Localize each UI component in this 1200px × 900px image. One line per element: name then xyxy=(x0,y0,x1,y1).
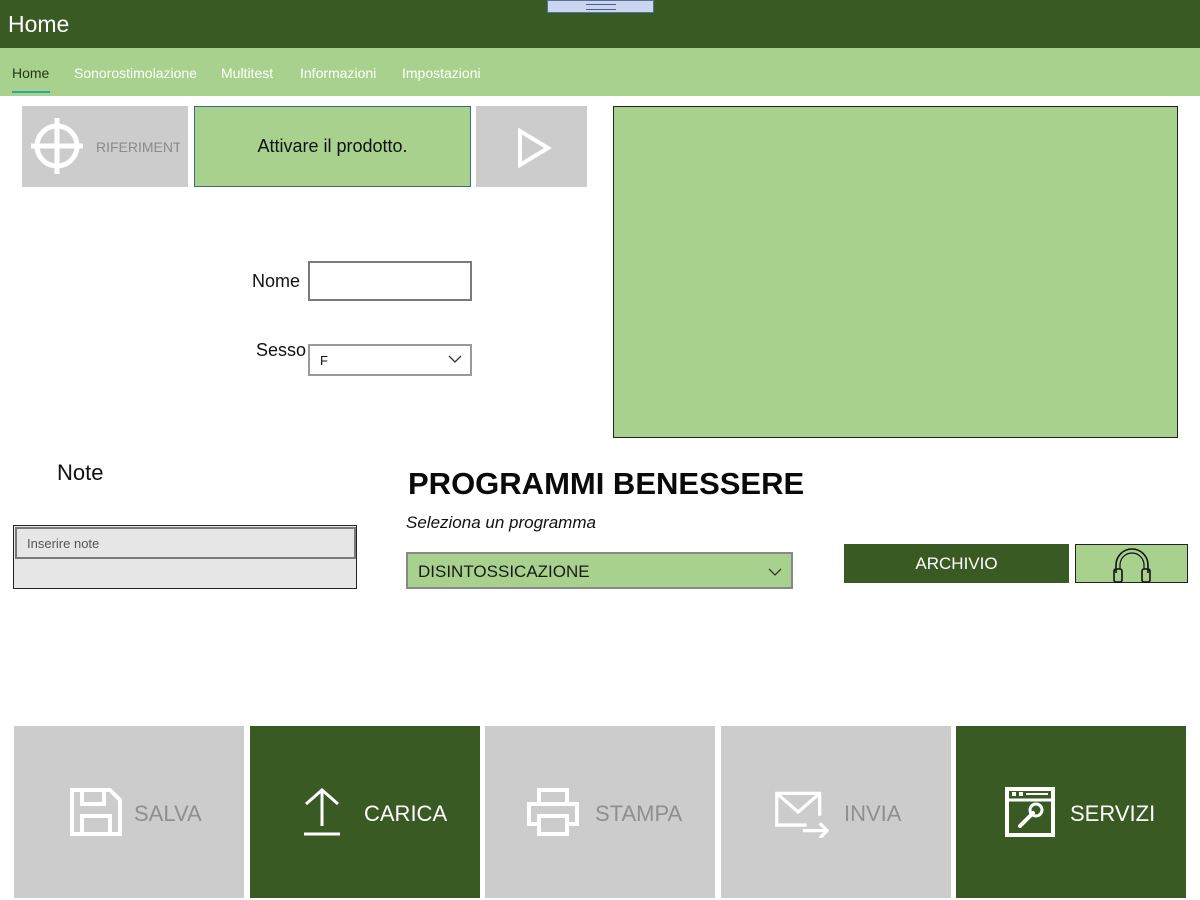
printer-icon xyxy=(527,788,579,836)
servizi-button[interactable]: SERVIZI xyxy=(956,726,1186,898)
crosshair-icon xyxy=(31,118,83,174)
save-icon xyxy=(70,788,122,836)
drag-handle[interactable] xyxy=(547,0,654,13)
nav-bar: Home Sonorostimolazione Multitest Inform… xyxy=(0,48,1200,96)
nome-label: Nome xyxy=(252,271,301,291)
sesso-label: Sesso xyxy=(256,340,307,360)
tab-home[interactable]: Home xyxy=(12,65,49,81)
invia-label: INVIA xyxy=(844,801,902,826)
tab-home-indicator xyxy=(12,91,50,93)
mail-send-icon xyxy=(775,791,829,838)
salva-label: SALVA xyxy=(134,801,202,826)
title-bar: Home xyxy=(0,0,1200,48)
chevron-down-icon xyxy=(448,355,462,363)
program-select[interactable]: DISINTOSSICAZIONE xyxy=(406,552,793,589)
note-label: Note xyxy=(57,460,104,485)
window-title: Home xyxy=(8,11,70,37)
sesso-select[interactable]: F xyxy=(308,344,472,376)
settings-window-icon xyxy=(1005,787,1055,837)
programs-subheading: Seleziona un programma xyxy=(406,513,596,532)
tab-informazioni[interactable]: Informazioni xyxy=(300,65,376,81)
chevron-down-icon xyxy=(768,568,782,576)
play-icon xyxy=(518,128,552,168)
stampa-label: STAMPA xyxy=(595,801,683,826)
headphones-icon xyxy=(1113,548,1151,583)
archivio-button[interactable]: ARCHIVIO xyxy=(844,544,1069,583)
programs-heading: PROGRAMMI BENESSERE xyxy=(408,466,805,501)
preview-panel xyxy=(613,106,1178,438)
servizi-label: SERVIZI xyxy=(1070,801,1156,826)
nome-input[interactable] xyxy=(308,261,472,301)
play-button[interactable] xyxy=(476,106,587,187)
tab-multitest[interactable]: Multitest xyxy=(221,65,273,81)
carica-label: CARICA xyxy=(364,801,448,826)
riferimento-label: RIFERIMENTO xyxy=(96,139,180,155)
riferimento-button[interactable]: RIFERIMENTO xyxy=(22,106,188,187)
activate-product-button[interactable]: Attivare il prodotto. xyxy=(194,106,471,187)
carica-button[interactable]: CARICA xyxy=(250,726,480,898)
note-box xyxy=(13,525,357,589)
invia-button[interactable]: INVIA xyxy=(721,726,951,898)
sesso-value: F xyxy=(320,353,328,368)
program-value: DISINTOSSICAZIONE xyxy=(418,562,590,581)
upload-icon xyxy=(304,788,340,836)
stampa-button[interactable]: STAMPA xyxy=(485,726,715,898)
headphones-button[interactable] xyxy=(1075,544,1188,583)
salva-button[interactable]: SALVA xyxy=(14,726,244,898)
tab-sonorostimolazione[interactable]: Sonorostimolazione xyxy=(74,65,197,81)
tab-impostazioni[interactable]: Impostazioni xyxy=(402,65,481,81)
note-input[interactable] xyxy=(15,527,356,559)
